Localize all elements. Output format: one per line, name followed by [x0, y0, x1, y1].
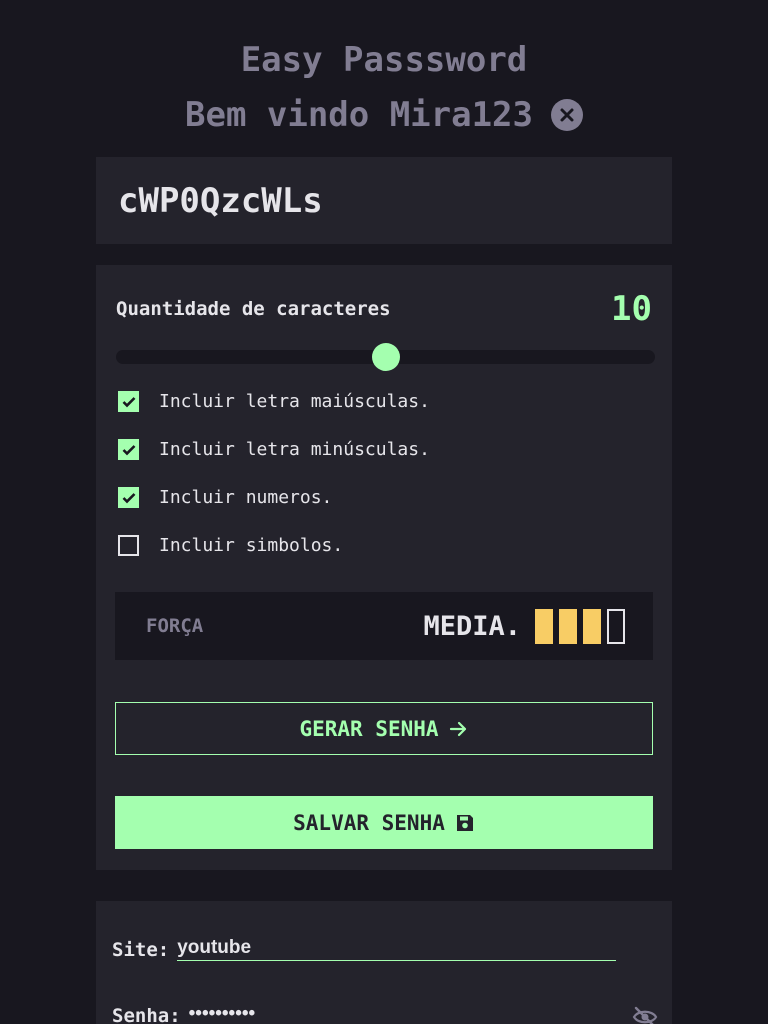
option-uppercase-label: Incluir letra maiúsculas. — [159, 391, 430, 412]
welcome-row: Bem vindo Mira123 — [0, 95, 768, 135]
generate-button-label: GERAR SENHA — [299, 716, 439, 741]
symbols-checkbox[interactable] — [118, 535, 139, 556]
password-input[interactable] — [188, 1001, 609, 1024]
option-uppercase[interactable]: Incluir letra maiúsculas. — [118, 391, 430, 412]
generator-panel: Quantidade de caracteres 10 Incluir letr… — [96, 265, 672, 870]
arrow-right-icon — [449, 721, 466, 736]
close-icon[interactable] — [551, 99, 583, 131]
option-numbers-label: Incluir numeros. — [159, 487, 333, 508]
length-row: Quantidade de caracteres 10 — [116, 289, 652, 329]
save-button-label: SALVAR SENHA — [293, 810, 445, 835]
strength-meter: FORÇA MEDIA. — [115, 592, 653, 660]
option-numbers[interactable]: Incluir numeros. — [118, 487, 332, 508]
lowercase-checkbox[interactable] — [118, 439, 139, 460]
strength-bar — [559, 608, 577, 644]
close-glyph — [560, 108, 574, 122]
length-value: 10 — [611, 289, 652, 329]
generated-password: cWP0QzcWLs — [96, 157, 672, 244]
strength-value: MEDIA. — [423, 610, 521, 642]
site-input[interactable] — [177, 935, 617, 961]
generate-button[interactable]: GERAR SENHA — [115, 702, 653, 755]
option-lowercase-label: Incluir letra minúsculas. — [159, 439, 430, 460]
option-symbols-label: Incluir simbolos. — [159, 535, 344, 556]
strength-bar — [607, 608, 625, 644]
strength-bar — [535, 608, 553, 644]
password-field-row: Senha: — [112, 1001, 609, 1024]
strength-bars — [535, 608, 625, 644]
numbers-checkbox[interactable] — [118, 487, 139, 508]
length-label: Quantidade de caracteres — [116, 298, 391, 320]
uppercase-checkbox[interactable] — [118, 391, 139, 412]
save-button[interactable]: SALVAR SENHA — [115, 796, 653, 849]
site-label: Site: — [112, 939, 170, 961]
length-slider[interactable] — [116, 343, 655, 371]
password-label: Senha: — [112, 1005, 181, 1024]
floppy-disk-icon — [456, 814, 473, 831]
option-lowercase[interactable]: Incluir letra minúsculas. — [118, 439, 430, 460]
strength-label: FORÇA — [146, 615, 204, 637]
strength-bar — [583, 608, 601, 644]
site-field-row: Site: — [112, 935, 617, 961]
app-title: Easy Passsword — [240, 40, 528, 80]
slider-thumb[interactable] — [371, 343, 400, 371]
welcome-message: Bem vindo Mira123 — [185, 95, 533, 135]
strength-indicator: MEDIA. — [423, 608, 625, 644]
save-form: Site: Senha: — [96, 901, 672, 1024]
eye-slash-icon[interactable] — [632, 1004, 658, 1024]
option-symbols[interactable]: Incluir simbolos. — [118, 535, 343, 556]
